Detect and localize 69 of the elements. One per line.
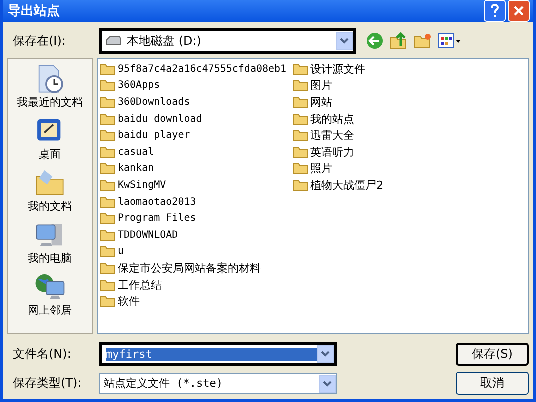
save-in-label: 保存在(I): (13, 32, 67, 50)
folder-item[interactable]: 图片 (292, 78, 384, 94)
folder-icon (100, 178, 116, 192)
drive-icon (106, 36, 122, 46)
folder-item[interactable]: KwSingMV (100, 177, 287, 194)
close-button[interactable] (508, 0, 530, 22)
new-folder-icon[interactable] (414, 33, 432, 49)
folder-item[interactable]: 网站 (292, 94, 384, 111)
folder-item[interactable]: 360Downloads (100, 94, 287, 111)
folder-icon (100, 146, 116, 159)
folder-item[interactable]: baidu player (100, 127, 287, 144)
places-item[interactable]: 我的文档 (28, 167, 72, 214)
folder-icon (100, 196, 116, 209)
folder-item[interactable]: 英语听力 (292, 144, 384, 161)
folder-item[interactable]: Program Files (100, 210, 287, 227)
file-name-label: 文件名(N): (12, 346, 72, 362)
places-item[interactable]: 桌面 (34, 115, 66, 162)
folder-icon (292, 146, 309, 159)
folder-item[interactable]: kankan (100, 160, 287, 178)
folder-icon (100, 212, 116, 226)
folder-icon (100, 262, 116, 275)
folder-icon (292, 62, 309, 76)
folder-item[interactable]: baidu download (100, 110, 287, 128)
up-folder-icon[interactable] (390, 32, 408, 50)
folder-item[interactable]: 软件 (100, 293, 287, 310)
folder-icon (292, 112, 309, 126)
folder-icon (100, 129, 116, 142)
folder-item[interactable]: 保定市公安局网站备案的材料 (100, 260, 287, 277)
file-type-dropdown[interactable]: 站点定义文件 (*.ste) (99, 373, 337, 394)
places-item[interactable]: 我最近的文档 (17, 63, 83, 110)
folder-item[interactable]: 我的站点 (292, 110, 384, 128)
folder-icon (100, 112, 116, 126)
folder-icon (100, 228, 116, 242)
close-icon (513, 5, 525, 17)
folder-icon (100, 245, 116, 258)
folder-icon (100, 62, 116, 76)
folder-item[interactable]: 工作总结 (100, 276, 287, 294)
places-item[interactable]: 网上邻居 (28, 271, 72, 318)
folder-icon (100, 79, 116, 92)
folder-item[interactable]: 迅雷大全 (292, 127, 384, 144)
folder-icon (292, 162, 309, 176)
cancel-button[interactable]: 取消 (456, 372, 529, 395)
folder-icon (292, 129, 309, 142)
window-title: 导出站点 (8, 3, 60, 20)
file-name-field[interactable]: myfirst (99, 342, 337, 366)
back-icon[interactable] (366, 32, 384, 50)
folder-item[interactable]: laomaotao2013 (100, 194, 287, 210)
folder-item[interactable]: casual (100, 144, 287, 161)
folder-item[interactable]: 95f8a7c4a2a16c47555cfda08eb1 (100, 61, 287, 78)
folder-icon (100, 96, 116, 109)
folder-item[interactable]: 设计源文件 (292, 61, 384, 78)
folder-icon (100, 295, 116, 308)
view-menu-icon[interactable] (438, 33, 462, 49)
folder-icon (292, 178, 309, 192)
folder-icon (100, 278, 116, 292)
folder-item[interactable]: 照片 (292, 160, 384, 178)
folder-icon (292, 96, 309, 109)
folder-item[interactable]: u (100, 244, 287, 260)
save-button[interactable]: 保存(S) (456, 342, 529, 366)
places-item[interactable]: 我的电脑 (28, 219, 72, 266)
folder-item[interactable]: TDDOWNLOAD (100, 226, 287, 244)
save-in-dropdown[interactable]: 本地磁盘 (D:) (99, 28, 356, 54)
folder-icon (100, 162, 116, 176)
folder-item[interactable]: 植物大战僵尸2 (292, 177, 384, 194)
folder-item[interactable]: 360Apps (100, 78, 287, 94)
help-icon (490, 4, 500, 18)
help-button[interactable] (484, 0, 506, 22)
folder-icon (292, 79, 309, 92)
file-type-label: 保存类型(T): (12, 375, 83, 392)
